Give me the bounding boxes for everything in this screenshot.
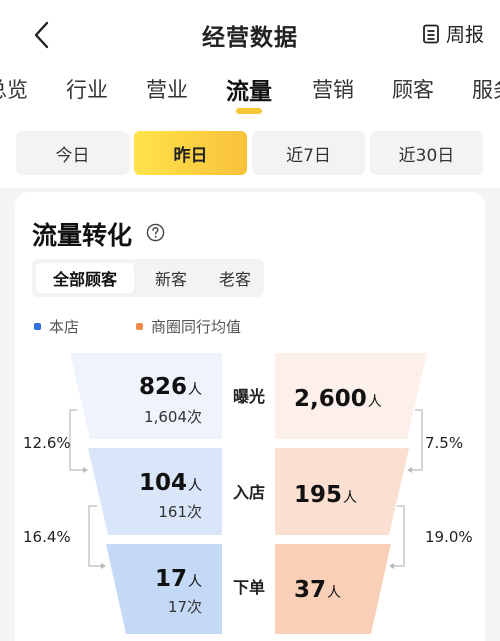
store-rate-exposure-to-visit: 12.6%	[23, 434, 71, 452]
district-order-unit: 人	[327, 585, 342, 601]
tab-marketing[interactable]: 营销	[312, 74, 354, 104]
stage-label-visit: 入店	[233, 483, 266, 502]
report-icon	[423, 24, 439, 43]
period-selector: 今日 昨日 近7日 近30日	[0, 120, 500, 188]
tab-overview[interactable]: 总览	[0, 74, 28, 104]
store-order-number: 17	[154, 566, 187, 592]
category-tabs: 总览 行业 营业 流量 营销 顾客 服务	[0, 68, 500, 120]
district-visit-value: 195人	[294, 482, 357, 508]
store-visit-times: 161次	[158, 503, 202, 521]
tab-customers[interactable]: 顾客	[392, 74, 434, 104]
period-7-days[interactable]: 近7日	[252, 131, 365, 175]
district-rate-visit-to-order: 19.0%	[425, 528, 473, 546]
store-visit-unit: 人	[188, 478, 202, 494]
store-order-unit: 人	[188, 574, 202, 590]
period-today[interactable]: 今日	[16, 131, 129, 175]
tab-traffic[interactable]: 流量	[226, 72, 272, 106]
store-visit-number: 104	[138, 470, 187, 496]
store-order-times: 17次	[167, 598, 202, 616]
district-visit-unit: 人	[343, 490, 358, 506]
district-rate-exposure-to-visit: 7.5%	[425, 434, 464, 452]
district-exposure-value: 2,600人	[294, 386, 382, 412]
header-bar: 经营数据 周报	[0, 0, 500, 68]
store-exposure-unit: 人	[188, 382, 202, 398]
tab-service[interactable]: 服务	[472, 74, 500, 104]
tab-business[interactable]: 营业	[146, 74, 188, 104]
stage-label-exposure: 曝光	[233, 387, 266, 406]
district-exposure-number: 2,600	[294, 386, 367, 412]
store-exposure-times: 1,604次	[144, 408, 202, 426]
period-30-days[interactable]: 近30日	[370, 131, 483, 175]
stage-label-order: 下单	[233, 578, 266, 597]
district-visit-number: 195	[294, 482, 343, 508]
weekly-report-label: 周报	[445, 24, 484, 46]
store-order-value: 17人	[155, 566, 202, 592]
district-order-number: 37	[294, 577, 327, 603]
store-exposure-value: 826人	[139, 374, 202, 400]
district-order-value: 37人	[294, 577, 341, 603]
weekly-report-button[interactable]: 周报	[422, 20, 484, 47]
tab-industry[interactable]: 行业	[66, 74, 108, 104]
period-yesterday[interactable]: 昨日	[134, 131, 247, 175]
active-tab-indicator	[236, 108, 262, 114]
store-exposure-number: 826	[138, 374, 187, 400]
district-exposure-unit: 人	[367, 394, 382, 410]
store-visit-value: 104人	[139, 470, 202, 496]
store-rate-visit-to-order: 16.4%	[23, 528, 71, 546]
traffic-conversion-card: 流量转化 全部顾客 新客 老客 本店 商圈同行均值 826人 1,604次 10…	[15, 192, 485, 641]
